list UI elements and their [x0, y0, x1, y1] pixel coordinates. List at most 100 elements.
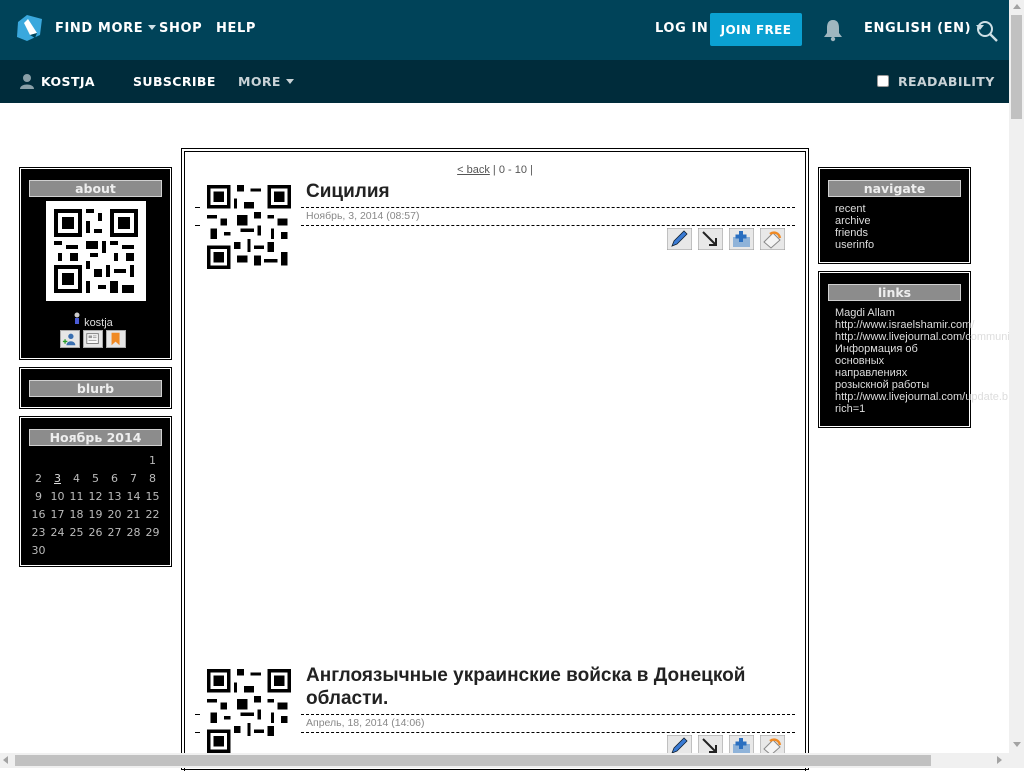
find-more-menu[interactable]: FIND MORE	[55, 21, 157, 36]
link-item[interactable]: направлениях	[835, 367, 1009, 379]
calendar-day: 20	[107, 508, 122, 521]
join-free-button[interactable]: JOIN FREE	[710, 13, 802, 46]
navigate-box: navigate recent archive friends userinfo	[820, 169, 969, 262]
calendar-day: 4	[73, 472, 80, 485]
link-item[interactable]: Magdi Allam	[835, 307, 1009, 319]
search-icon[interactable]	[975, 19, 999, 43]
calendar-day: 28	[126, 526, 141, 539]
blurb-heading: blurb	[29, 380, 162, 397]
readability-label: READABILITY	[898, 74, 995, 89]
edit-tags-icon[interactable]	[697, 227, 724, 251]
divider	[195, 207, 200, 208]
bookmark-icon[interactable]	[106, 330, 126, 348]
calendar-day: 22	[145, 508, 160, 521]
track-entry-icon[interactable]	[759, 227, 786, 251]
link-item[interactable]: http://www.livejournal.com/communit	[835, 331, 1009, 343]
readability-checkbox[interactable]	[877, 75, 889, 87]
scroll-down-icon[interactable]	[1013, 742, 1021, 747]
link-item[interactable]: Информация об	[835, 343, 1009, 355]
calendar-day: 7	[130, 472, 137, 485]
top-navigation-bar: FIND MORE SHOP HELP LOG IN JOIN FREE ENG…	[0, 0, 1009, 60]
pager-range: | 0 - 10 |	[489, 164, 533, 176]
subscribe-link[interactable]: SUBSCRIBE	[133, 74, 216, 89]
entry-title[interactable]: Англоязычные украинские войска в Донецко…	[306, 664, 796, 710]
calendar-day: 2	[35, 472, 42, 485]
userpic-qr-image	[207, 185, 291, 269]
memories-icon[interactable]	[83, 330, 103, 348]
nav-recent-link[interactable]: recent	[835, 203, 874, 215]
divider	[301, 732, 795, 733]
calendar-day: 9	[35, 490, 42, 503]
calendar-day: 1	[149, 454, 156, 467]
link-item[interactable]: http://www.israelshamir.com/	[835, 319, 1009, 331]
vertical-scrollbar[interactable]	[1009, 0, 1024, 768]
calendar-week: 16 17 18 19 20 21 22	[29, 508, 162, 526]
calendar-day: 15	[145, 490, 160, 503]
scroll-left-icon[interactable]	[3, 756, 8, 764]
calendar-day	[143, 544, 162, 562]
link-item[interactable]: rich=1	[835, 403, 1009, 415]
navigate-list: recent archive friends userinfo	[835, 203, 874, 251]
back-link[interactable]: < back	[457, 164, 490, 176]
chevron-down-icon	[148, 25, 157, 30]
scroll-up-icon[interactable]	[1013, 4, 1021, 9]
calendar-day	[124, 454, 143, 472]
calendar-week: 23 24 25 26 27 28 29	[29, 526, 162, 544]
chevron-down-icon	[285, 79, 294, 84]
add-to-memories-icon[interactable]	[728, 227, 755, 251]
livejournal-logo-icon[interactable]	[14, 13, 44, 43]
divider	[195, 732, 200, 733]
calendar-day: 27	[107, 526, 122, 539]
calendar-day	[48, 544, 67, 562]
calendar-day[interactable]: 3	[48, 472, 67, 490]
link-item[interactable]: основных	[835, 355, 1009, 367]
nav-friends-link[interactable]: friends	[835, 227, 874, 239]
links-list: Magdi Allam http://www.israelshamir.com/…	[835, 307, 1009, 415]
scroll-right-icon[interactable]	[997, 756, 1002, 764]
shop-link[interactable]: SHOP	[159, 21, 202, 36]
calendar-day: 6	[111, 472, 118, 485]
calendar-day: 10	[50, 490, 65, 503]
more-menu[interactable]: MORE	[238, 74, 294, 89]
add-friend-icon[interactable]	[60, 330, 80, 348]
calendar-day: 16	[31, 508, 46, 521]
language-selector[interactable]: ENGLISH (EN)	[864, 21, 985, 36]
calendar-day: 13	[107, 490, 122, 503]
user-head-icon	[73, 312, 81, 324]
vertical-scroll-thumb[interactable]	[1011, 15, 1022, 119]
userpic-qr-image	[207, 669, 291, 753]
link-item[interactable]: http://www.livejournal.com/update.b	[835, 391, 1009, 403]
nav-userinfo-link[interactable]: userinfo	[835, 239, 874, 251]
nav-archive-link[interactable]: archive	[835, 215, 874, 227]
about-username: kostja	[84, 317, 113, 329]
calendar-week: 9 10 11 12 13 14 15	[29, 490, 162, 508]
about-user[interactable]: kostja	[73, 312, 113, 329]
calendar-day	[29, 454, 48, 472]
edit-entry-icon[interactable]	[666, 227, 693, 251]
entry-actions	[666, 227, 786, 251]
entry-title[interactable]: Сицилия	[306, 180, 390, 203]
journal-entries: < back | 0 - 10 | Сицилия Ноябрь, 3, 201…	[181, 148, 809, 771]
bell-icon[interactable]	[822, 18, 844, 42]
link-item[interactable]: розыскной работы	[835, 379, 1009, 391]
find-more-label: FIND MORE	[55, 21, 144, 36]
calendar-day: 24	[50, 526, 65, 539]
calendar-heading[interactable]: Ноябрь 2014	[29, 429, 162, 446]
calendar-day: 14	[126, 490, 141, 503]
links-box: links Magdi Allam http://www.israelshami…	[820, 273, 1009, 426]
horizontal-scroll-thumb[interactable]	[15, 755, 931, 766]
horizontal-scrollbar[interactable]	[0, 753, 1009, 768]
calendar-day: 29	[145, 526, 160, 539]
links-heading: links	[828, 284, 961, 301]
calendar-day: 18	[69, 508, 84, 521]
calendar-day	[86, 454, 105, 472]
help-link[interactable]: HELP	[216, 21, 256, 36]
calendar-week: 30	[29, 544, 162, 562]
about-heading: about	[29, 180, 162, 197]
username-link[interactable]: KOSTJA	[41, 74, 95, 89]
calendar-day: 12	[88, 490, 103, 503]
language-label: ENGLISH (EN)	[864, 21, 972, 36]
journal-navigation-bar: KOSTJA SUBSCRIBE MORE READABILITY	[0, 60, 1009, 103]
calendar-day: 26	[88, 526, 103, 539]
login-link[interactable]: LOG IN	[655, 21, 708, 36]
